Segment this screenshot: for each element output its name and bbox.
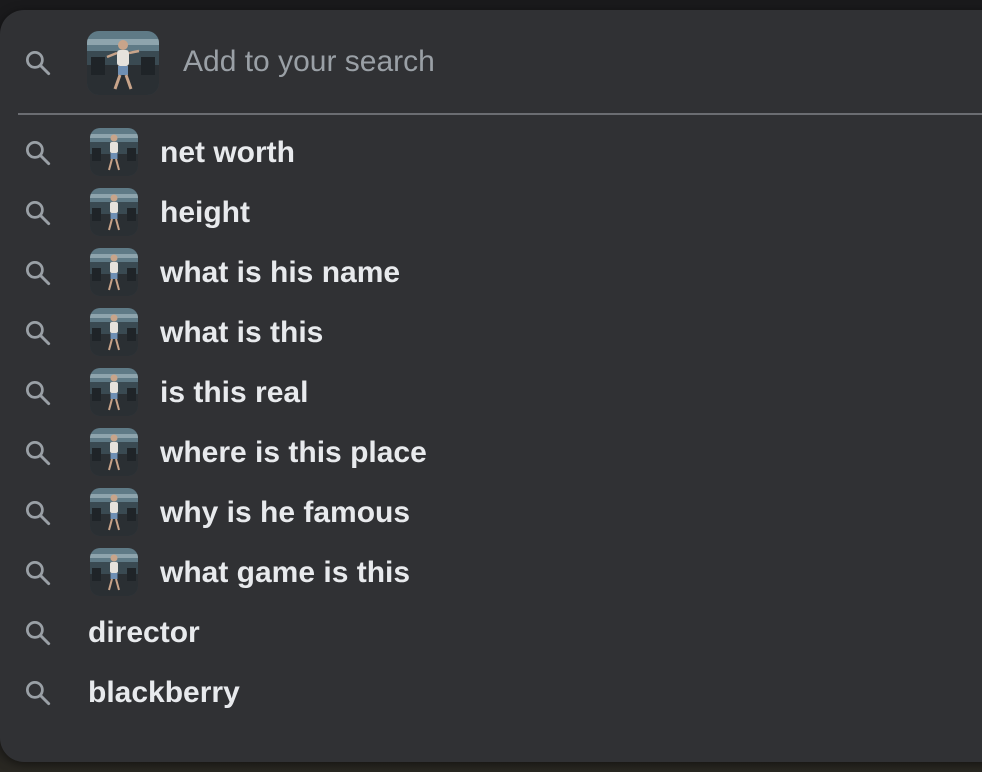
suggestion-label: why is he famous: [160, 496, 411, 529]
search-icon: [23, 138, 53, 168]
image-thumbnail: [90, 308, 138, 356]
search-input[interactable]: [183, 42, 883, 82]
search-icon: [23, 258, 53, 288]
search-icon: [23, 498, 53, 528]
suggestion-item[interactable]: director: [0, 603, 982, 663]
search-bar: [0, 10, 982, 114]
image-thumbnail: [90, 428, 138, 476]
search-icon: [23, 318, 53, 348]
search-icon: [23, 558, 53, 588]
suggestion-item[interactable]: height: [0, 183, 982, 243]
attached-image-thumbnail[interactable]: [87, 31, 159, 95]
suggestion-item[interactable]: blackberry: [0, 663, 982, 723]
image-thumbnail: [90, 188, 138, 236]
suggestion-item[interactable]: why is he famous: [0, 483, 982, 543]
search-icon[interactable]: [23, 48, 53, 78]
divider: [18, 113, 982, 115]
image-thumbnail: [90, 368, 138, 416]
suggestion-label: director: [88, 616, 200, 649]
search-icon: [23, 198, 53, 228]
suggestion-label: what is this: [160, 316, 324, 349]
image-thumbnail: [90, 128, 138, 176]
search-icon: [23, 678, 53, 708]
suggestion-item[interactable]: is this real: [0, 363, 982, 423]
suggestion-label: what game is this: [160, 556, 411, 589]
suggestion-label: what is his name: [160, 256, 401, 289]
search-suggestions-dropdown: net worth height what is his name: [0, 10, 982, 762]
image-thumbnail: [90, 548, 138, 596]
suggestion-item[interactable]: what is this: [0, 303, 982, 363]
suggestion-item[interactable]: net worth: [0, 123, 982, 183]
suggestion-label: height: [160, 196, 250, 229]
suggestion-item[interactable]: where is this place: [0, 423, 982, 483]
search-icon: [23, 438, 53, 468]
search-icon: [23, 618, 53, 648]
suggestion-label: where is this place: [160, 436, 427, 469]
suggestion-label: is this real: [160, 376, 309, 409]
search-icon: [23, 378, 53, 408]
suggestion-item[interactable]: what game is this: [0, 543, 982, 603]
image-thumbnail: [90, 248, 138, 296]
image-thumbnail: [90, 488, 138, 536]
suggestion-item[interactable]: what is his name: [0, 243, 982, 303]
suggestion-label: net worth: [160, 136, 295, 169]
suggestion-label: blackberry: [88, 676, 240, 709]
suggestion-list: net worth height what is his name what i…: [0, 123, 982, 723]
